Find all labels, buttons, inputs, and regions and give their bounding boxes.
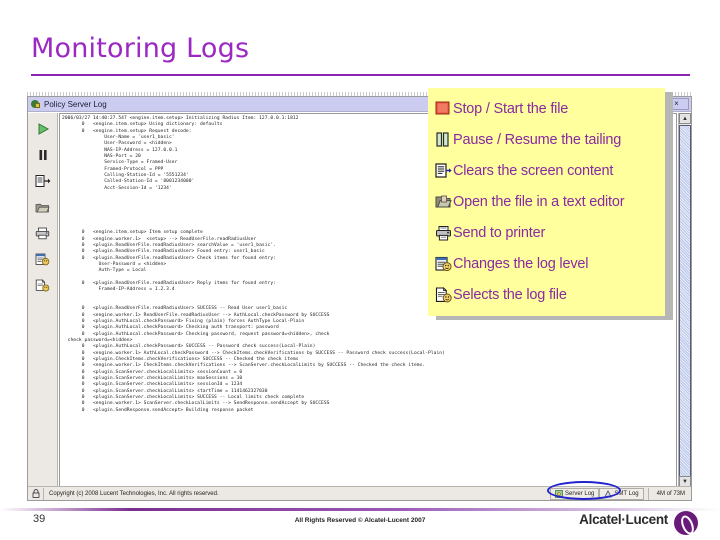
toolbar-legend-callout: Stop / Start the file Pause / Resume the… — [428, 88, 665, 316]
open-in-editor-button[interactable] — [32, 197, 54, 217]
pause-resume-icon — [435, 131, 452, 148]
smt-log-icon — [604, 489, 613, 497]
window-statusbar: Copyright (c) 2008 Lucent Technologies, … — [28, 486, 691, 500]
legend-item: Stop / Start the file — [435, 95, 663, 122]
legend-item: Selects the log file — [435, 282, 663, 309]
scrollbar-thumb[interactable] — [679, 125, 691, 480]
log-level-button[interactable] — [32, 249, 54, 269]
legend-item: Send to printer — [435, 220, 663, 247]
tab-server-log-label: Server Log — [565, 490, 595, 497]
log-level-icon — [35, 253, 50, 265]
legend-item: Pause / Resume the tailing — [435, 126, 663, 153]
title-divider — [31, 74, 690, 76]
tab-smt-log[interactable]: SMT Log — [599, 487, 644, 500]
slide-canvas: Monitoring Logs Policy Server Log × 2006… — [0, 0, 720, 540]
clear-document-icon — [35, 175, 50, 187]
select-log-file-button[interactable] — [32, 275, 54, 295]
legend-label: Pause / Resume the tailing — [453, 131, 622, 148]
app-icon — [31, 99, 41, 109]
pause-resume-button[interactable] — [32, 145, 54, 165]
legend-label: Send to printer — [453, 225, 546, 242]
status-log-tabs: Server Log SMT Log 4M of 73M — [550, 487, 691, 500]
tab-server-log[interactable]: Server Log — [550, 487, 600, 500]
brand-name: Alcatel·Lucent — [579, 512, 668, 527]
legend-label: Stop / Start the file — [453, 100, 569, 117]
log-toolbar — [28, 113, 58, 487]
stop-start-icon — [435, 100, 452, 117]
printer-icon — [35, 227, 50, 239]
legend-item: Clears the screen content — [435, 157, 663, 184]
page-title: Monitoring Logs — [31, 33, 250, 64]
clear-screen-icon — [435, 162, 452, 179]
alcatel-lucent-logo-icon — [674, 511, 698, 535]
clear-screen-button[interactable] — [32, 171, 54, 191]
legend-item: Open the file in a text editor — [435, 188, 663, 215]
server-log-icon — [555, 489, 563, 498]
footer-divider — [0, 508, 720, 511]
legend-label: Open the file in a text editor — [453, 193, 625, 210]
memory-usage-indicator[interactable]: 4M of 73M — [647, 487, 691, 500]
scroll-up-arrow-icon[interactable]: ▲ — [679, 113, 691, 124]
lock-icon — [28, 487, 44, 500]
play-triangle-icon — [38, 123, 49, 135]
legend-label: Selects the log file — [453, 287, 567, 304]
log-level-icon — [435, 256, 452, 273]
start-stop-button[interactable] — [32, 119, 54, 139]
log-vertical-scrollbar[interactable]: ▲ ▼ — [678, 113, 691, 487]
legend-label: Clears the screen content — [453, 162, 614, 179]
legend-label: Changes the log level — [453, 256, 589, 273]
open-folder-icon — [435, 193, 452, 210]
tab-smt-log-label: SMT Log — [614, 490, 639, 497]
select-log-file-icon — [35, 278, 50, 291]
legend-item: Changes the log level — [435, 251, 663, 278]
print-button[interactable] — [32, 223, 54, 243]
printer-icon — [435, 225, 452, 242]
pause-bars-icon — [39, 150, 47, 160]
status-copyright-text: Copyright (c) 2008 Lucent Technologies, … — [49, 490, 219, 497]
open-folder-icon — [35, 203, 50, 212]
window-title: Policy Server Log — [44, 99, 107, 109]
select-log-file-icon — [435, 286, 452, 304]
